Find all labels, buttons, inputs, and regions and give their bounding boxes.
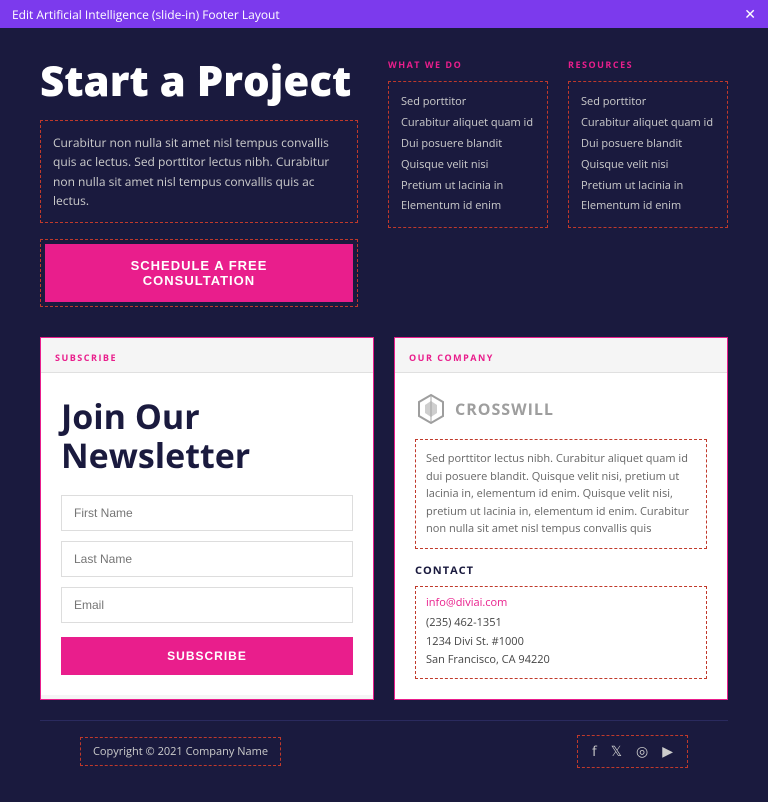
newsletter-title: Join Our Newsletter (61, 397, 353, 475)
company-card-header: OUR COMPANY (395, 338, 727, 373)
list-item: Curabitur aliquet quam id (581, 113, 715, 134)
company-logo: CROSSWILL (415, 393, 707, 425)
contact-address2: San Francisco, CA 94220 (426, 651, 696, 670)
main-content: Start a Project Curabitur non nulla sit … (0, 28, 768, 802)
subscribe-button[interactable]: SUBSCRIBE (61, 637, 353, 675)
company-logo-text: CROSSWILL (455, 398, 554, 420)
email-input[interactable] (61, 587, 353, 623)
company-card: OUR COMPANY CROSSWILL Sed porttitor lect… (394, 337, 728, 700)
contact-phone: (235) 462-1351 (426, 614, 696, 633)
last-name-input[interactable] (61, 541, 353, 577)
close-button[interactable]: ✕ (744, 7, 756, 21)
list-item: Elementum id enim (401, 196, 535, 217)
hero-left: Start a Project Curabitur non nulla sit … (40, 58, 358, 307)
list-item: Dui posuere blandit (581, 134, 715, 155)
company-body: CROSSWILL Sed porttitor lectus nibh. Cur… (395, 373, 727, 699)
subscribe-body: Join Our Newsletter SUBSCRIBE (41, 373, 373, 695)
what-we-do-list: Sed porttitor Curabitur aliquet quam id … (388, 81, 548, 228)
contact-info: info@diviai.com (235) 462-1351 1234 Divi… (415, 586, 707, 679)
list-item: Dui posuere blandit (401, 134, 535, 155)
contact-title: CONTACT (415, 563, 707, 578)
twitter-icon[interactable]: 𝕏 (611, 742, 622, 761)
list-item: Quisque velit nisi (581, 155, 715, 176)
title-bar: Edit Artificial Intelligence (slide-in) … (0, 0, 768, 28)
hero-description: Curabitur non nulla sit amet nisl tempus… (40, 120, 358, 223)
resources-title: RESOURCES (568, 58, 728, 71)
instagram-icon[interactable]: ◎ (636, 742, 648, 761)
footer: Copyright © 2021 Company Name f 𝕏 ◎ ▶ (40, 720, 728, 782)
subscribe-header-label: SUBSCRIBE (55, 351, 117, 364)
contact-address1: 1234 Divi St. #1000 (426, 633, 696, 652)
social-icons-group: f 𝕏 ◎ ▶ (577, 735, 688, 768)
what-we-do-column: WHAT WE DO Sed porttitor Curabitur aliqu… (388, 58, 548, 307)
company-header-label: OUR COMPANY (409, 351, 494, 364)
first-name-input[interactable] (61, 495, 353, 531)
list-item: Sed porttitor (581, 92, 715, 113)
hero-right: WHAT WE DO Sed porttitor Curabitur aliqu… (388, 58, 728, 307)
list-item: Quisque velit nisi (401, 155, 535, 176)
cta-button[interactable]: SCHEDULE A FREE CONSULTATION (45, 244, 353, 302)
contact-email: info@diviai.com (426, 595, 696, 610)
copyright-text: Copyright © 2021 Company Name (80, 737, 281, 766)
subscribe-card-header: SUBSCRIBE (41, 338, 373, 373)
hero-section: Start a Project Curabitur non nulla sit … (40, 58, 728, 307)
title-bar-label: Edit Artificial Intelligence (slide-in) … (12, 6, 280, 23)
resources-column: RESOURCES Sed porttitor Curabitur alique… (568, 58, 728, 307)
facebook-icon[interactable]: f (592, 742, 597, 761)
list-item: Pretium ut lacinia in (581, 176, 715, 197)
list-item: Elementum id enim (581, 196, 715, 217)
subscribe-card: SUBSCRIBE Join Our Newsletter SUBSCRIBE (40, 337, 374, 700)
list-item: Curabitur aliquet quam id (401, 113, 535, 134)
list-item: Sed porttitor (401, 92, 535, 113)
bottom-section: SUBSCRIBE Join Our Newsletter SUBSCRIBE … (40, 337, 728, 700)
resources-list: Sed porttitor Curabitur aliquet quam id … (568, 81, 728, 228)
crosswill-logo-icon (415, 393, 447, 425)
youtube-icon[interactable]: ▶ (662, 742, 673, 761)
list-item: Pretium ut lacinia in (401, 176, 535, 197)
what-we-do-title: WHAT WE DO (388, 58, 548, 71)
company-description: Sed porttitor lectus nibh. Curabitur ali… (415, 439, 707, 549)
hero-title: Start a Project (40, 58, 358, 104)
cta-wrapper: SCHEDULE A FREE CONSULTATION (40, 239, 358, 307)
